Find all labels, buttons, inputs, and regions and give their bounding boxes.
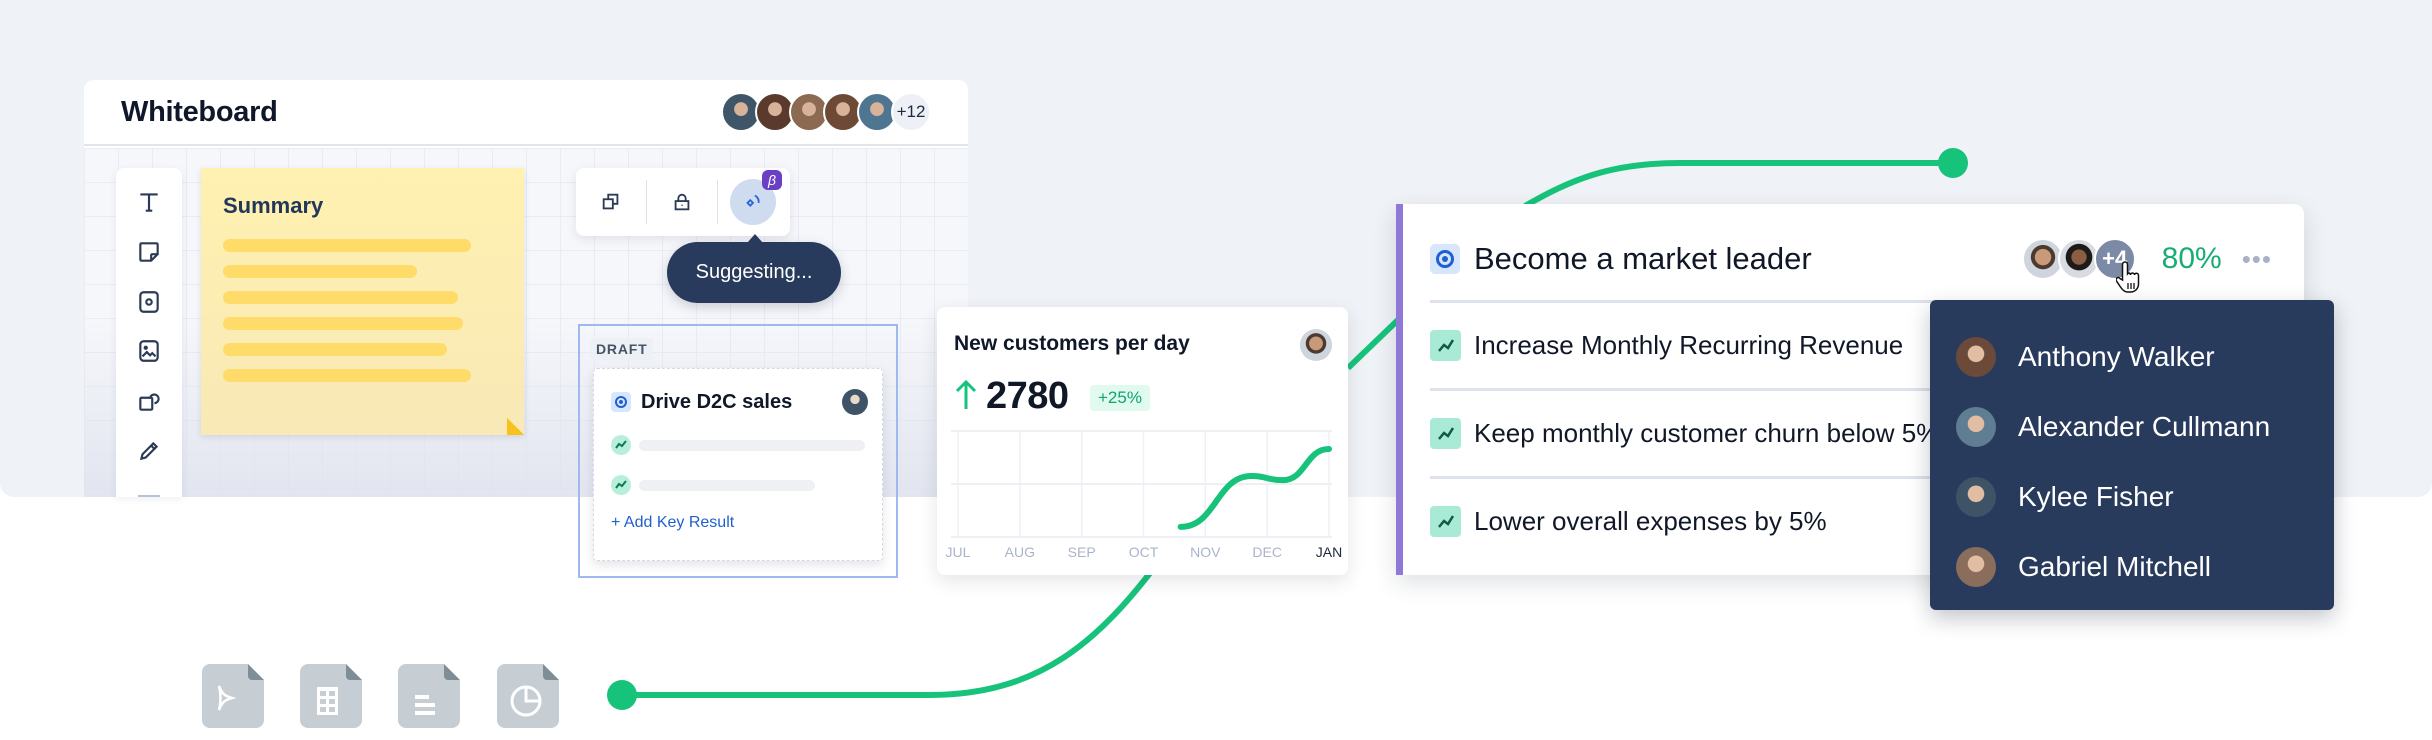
key-result-placeholder [611, 475, 815, 495]
beta-badge: β [762, 170, 782, 190]
sticky-note-fold [507, 418, 524, 435]
owner-avatar [1956, 337, 1996, 377]
owner-list-item[interactable]: Gabriel Mitchell [1930, 532, 2334, 602]
text-tool[interactable] [135, 188, 163, 216]
sticky-note-text-line [223, 265, 417, 278]
connector-start-dot [607, 680, 637, 710]
shapes-icon [139, 393, 160, 411]
document-file-icon[interactable] [398, 664, 460, 728]
duplicate-icon [602, 193, 619, 210]
shapes-tool[interactable] [135, 387, 163, 415]
key-result-title: Lower overall expenses by 5% [1474, 506, 1827, 536]
sticky-note-text-line [223, 317, 463, 330]
draft-selection[interactable]: DRAFT Drive D2C sales + Add Key Result [578, 324, 898, 578]
connector-end-dot [1938, 148, 1968, 178]
chart-x-tick: JUL [946, 544, 971, 560]
duplicate-button[interactable] [576, 168, 646, 236]
add-key-result-link[interactable]: + Add Key Result [611, 514, 734, 532]
owner-avatar [1956, 477, 1996, 517]
line-chart: JUL AUG SEP OCT NOV DEC JAN [946, 430, 1342, 560]
owner-list-item[interactable]: Alexander Cullmann [1930, 392, 2334, 462]
sticky-note-text-line [223, 369, 471, 382]
text-icon [140, 193, 158, 212]
owner-name: Alexander Cullmann [2018, 411, 2271, 442]
key-result-icon [611, 475, 631, 495]
draft-goal-card[interactable]: Drive D2C sales + Add Key Result [593, 368, 883, 561]
key-result-icon [1430, 330, 1461, 361]
whiteboard-header: Whiteboard +12 [84, 80, 968, 146]
sticky-note-tool[interactable] [135, 238, 163, 266]
key-result-icon [1430, 418, 1461, 449]
owner-name: Gabriel Mitchell [2018, 551, 2211, 582]
image-icon [139, 340, 159, 363]
goal-owner-avatars[interactable]: +4 [2021, 238, 2139, 293]
sticky-note-text-line [223, 239, 471, 252]
spreadsheet-file-icon[interactable] [300, 664, 362, 728]
suggesting-tooltip: Suggesting... [667, 234, 841, 303]
pen-icon [139, 441, 159, 461]
image-tool[interactable] [135, 337, 163, 365]
owners-dropdown: Anthony Walker Alexander Cullmann Kylee Fi… [1930, 300, 2334, 610]
key-result-icon [611, 435, 631, 455]
whiteboard-title: Whiteboard [121, 95, 278, 128]
hand-cursor-icon [2115, 261, 2139, 293]
key-result-title: Increase Monthly Recurring Revenue [1474, 330, 1904, 360]
chart-x-tick: OCT [1129, 544, 1159, 560]
chart-x-tick: SEP [1068, 544, 1096, 560]
connector-bottom [619, 557, 1163, 698]
goal-icon [1430, 244, 1460, 274]
chart-x-tick: DEC [1252, 544, 1282, 560]
goal-icon [611, 392, 631, 412]
presentation-file-icon[interactable] [202, 664, 264, 728]
draft-goal-title: Drive D2C sales [641, 390, 793, 413]
sticky-note-text-line [223, 343, 447, 356]
owner-list-item[interactable]: Kylee Fisher [1930, 462, 2334, 532]
goal-header: Become a market leader +4 80% ••• [1430, 234, 2272, 293]
metric-card[interactable]: New customers per day 2780 +25% JUL AUG SE… [937, 307, 1348, 575]
goal-progress: 80% [2161, 242, 2222, 275]
chart-file-icon[interactable] [497, 664, 559, 728]
connector-middle [1345, 315, 1403, 371]
draft-tag: DRAFT [590, 338, 654, 360]
ai-sparkle-icon [746, 194, 760, 207]
pen-tool[interactable] [135, 437, 163, 465]
sticky-note-icon [139, 241, 159, 262]
owner-list-item[interactable]: Anthony Walker [1930, 322, 2334, 392]
owner-name: Kylee Fisher [2018, 481, 2174, 512]
lock-icon [674, 193, 690, 211]
chart-x-tick: JAN [1316, 544, 1342, 560]
chart-x-tick: AUG [1005, 544, 1035, 560]
key-result-placeholder [611, 435, 865, 455]
tool-panel-divider [138, 494, 160, 497]
key-result-title: Keep monthly customer churn below 5% [1474, 418, 1940, 448]
ai-suggest-button[interactable]: β [718, 168, 788, 236]
sticky-note-text-line [223, 291, 458, 304]
sticky-note-title: Summary [223, 193, 324, 218]
goal-title: Become a market leader [1474, 241, 1812, 276]
sticky-note[interactable]: Summary [201, 168, 524, 435]
owner-avatar [1956, 547, 1996, 587]
owner-name: Anthony Walker [2018, 341, 2215, 372]
key-result-icon [1430, 506, 1461, 537]
connector-top [1523, 160, 1953, 209]
chart-series-line [1177, 446, 1332, 530]
more-options-button[interactable]: ••• [2242, 244, 2272, 275]
lock-button[interactable] [647, 168, 717, 236]
floating-toolbar: β [576, 168, 790, 236]
owner-avatar[interactable] [842, 389, 868, 415]
more-collaborators[interactable]: +12 [891, 92, 931, 132]
goal-tool[interactable] [135, 288, 163, 316]
tool-panel [116, 168, 182, 497]
goal-icon [139, 290, 159, 313]
chart-x-tick: NOV [1190, 544, 1221, 560]
collaborator-avatars[interactable]: +12 [721, 92, 931, 132]
owner-avatar [1956, 407, 1996, 447]
